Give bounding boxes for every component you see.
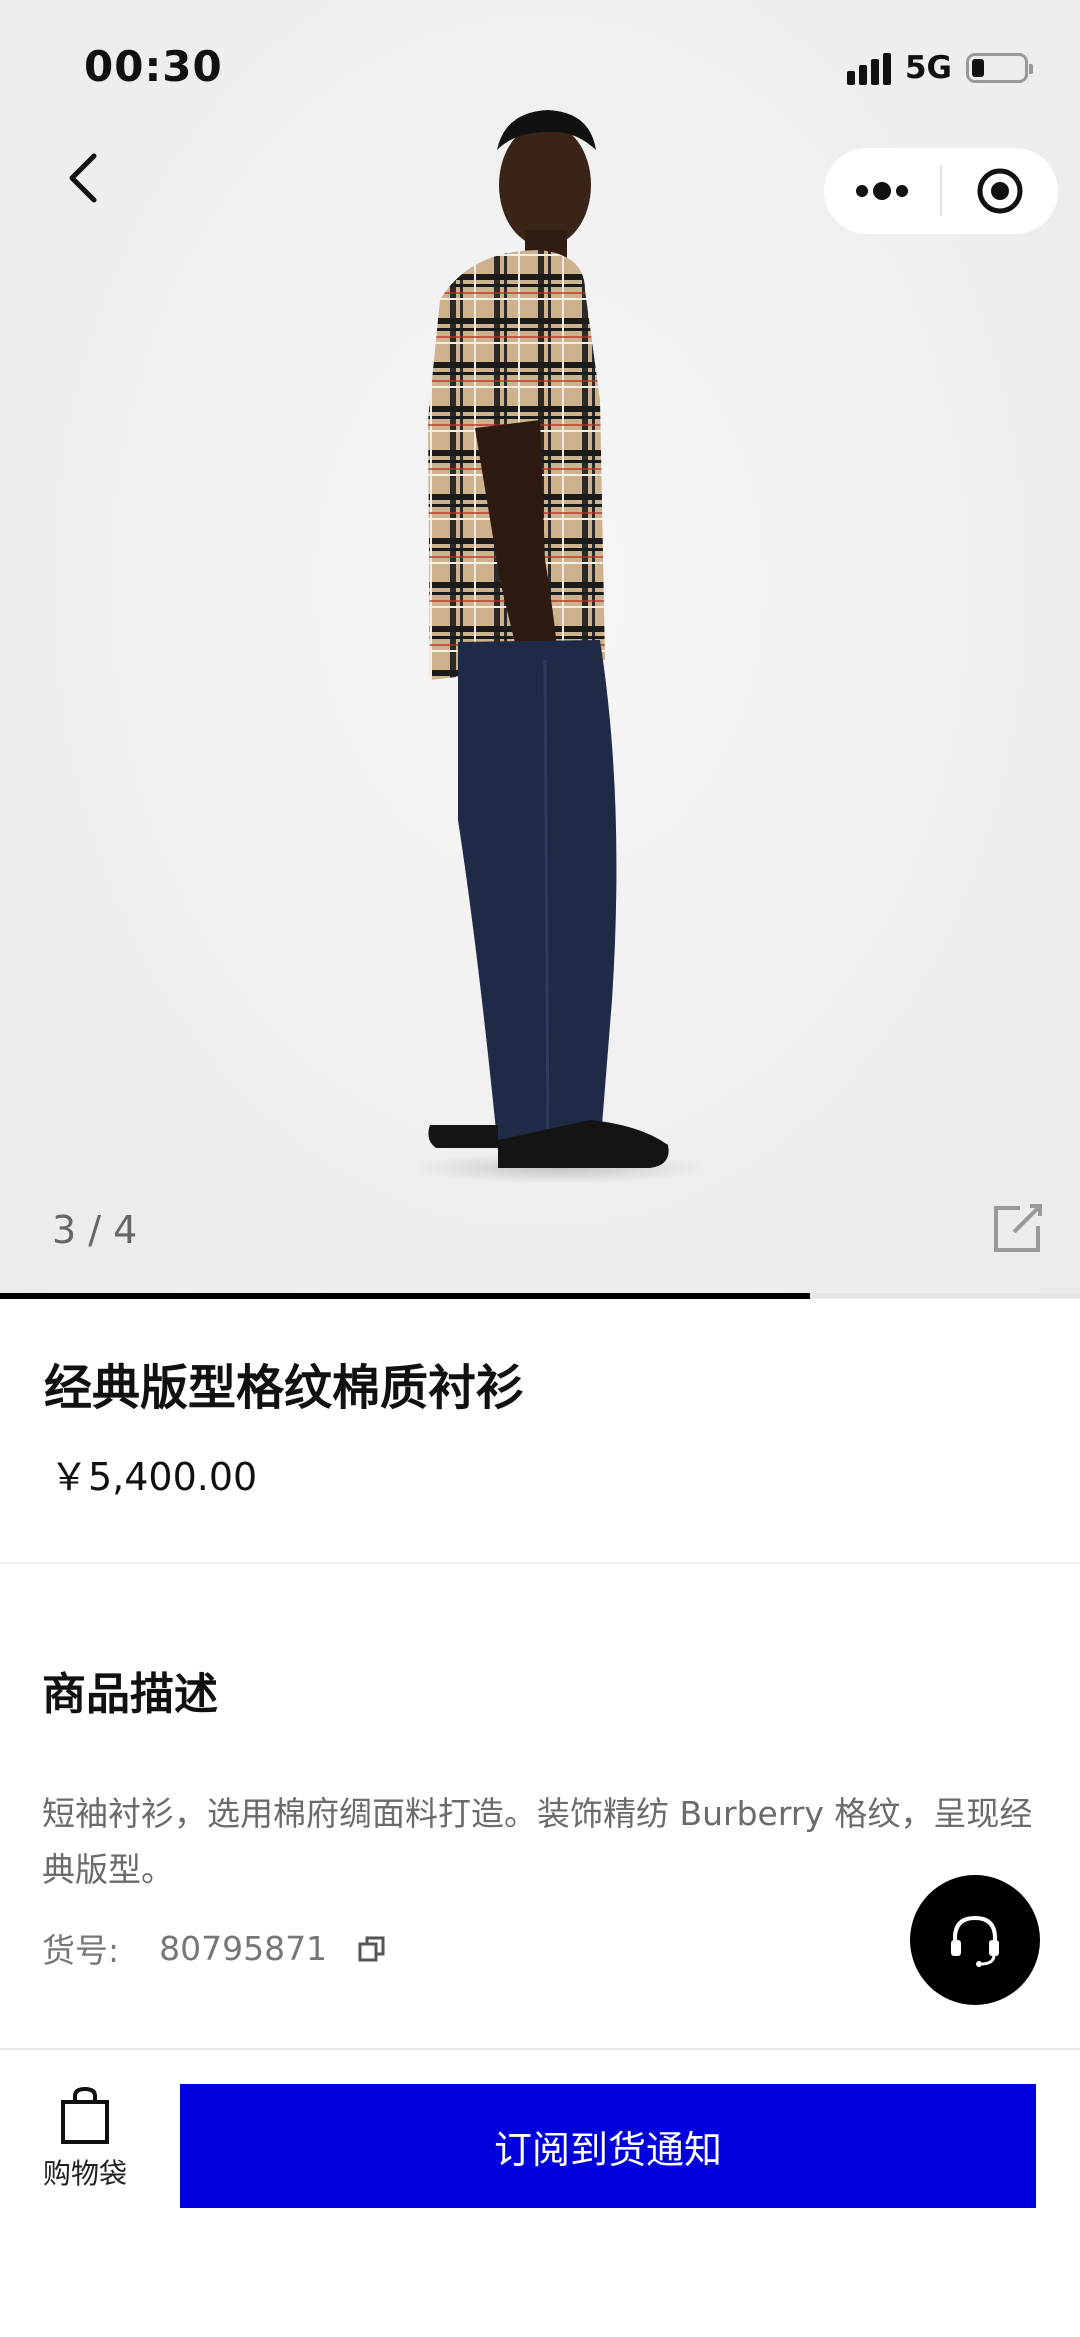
- bottom-bar-divider: [0, 2048, 1080, 2050]
- mini-program-capsule: [824, 148, 1058, 234]
- subscribe-restock-button[interactable]: 订阅到货通知: [180, 2084, 1036, 2208]
- sku-value: 80795871: [159, 1928, 328, 1968]
- product-price: ￥5,400.00: [50, 1455, 258, 1499]
- more-button[interactable]: [824, 148, 940, 234]
- status-bar: 00:30 5G: [0, 0, 1080, 140]
- more-dots-icon: [856, 182, 908, 200]
- shopping-bag-icon: [61, 2086, 109, 2144]
- product-image-gallery[interactable]: 00:30 5G 3 / 4: [0, 0, 1080, 1298]
- image-counter: 3 / 4: [52, 1208, 138, 1252]
- network-type: 5G: [904, 50, 952, 86]
- product-title: 经典版型格纹棉质衬衫: [44, 1360, 525, 1416]
- sku-row: 货号: 80795871: [42, 1924, 387, 1972]
- copy-sku-button[interactable]: [357, 1933, 387, 1963]
- description-heading: 商品描述: [42, 1669, 218, 1720]
- chevron-left-icon: [69, 153, 97, 203]
- close-app-button[interactable]: [942, 148, 1058, 234]
- gallery-progress: [0, 1293, 1080, 1299]
- sku-label: 货号:: [42, 1931, 120, 1970]
- shopping-bag-button[interactable]: 购物袋: [30, 2086, 140, 2206]
- back-button[interactable]: [52, 148, 112, 208]
- copy-icon: [358, 1936, 385, 1962]
- status-time: 00:30: [84, 42, 223, 91]
- share-button[interactable]: [990, 1200, 1046, 1256]
- share-external-icon: [994, 1204, 1042, 1252]
- gallery-progress-fill: [0, 1293, 810, 1299]
- product-detail-page: 00:30 5G 3 / 4 经典版型格纹棉质衬衫 ￥5,400.00 商品描述…: [0, 0, 1080, 2337]
- battery-icon: [966, 53, 1033, 83]
- section-divider: [0, 1562, 1080, 1564]
- shopping-bag-label: 购物袋: [42, 2157, 127, 2190]
- signal-icon: [846, 51, 891, 85]
- headset-icon: [951, 1915, 999, 1967]
- status-indicators: 5G: [846, 48, 1033, 88]
- customer-service-button[interactable]: [910, 1875, 1040, 2005]
- description-text: 短袖衬衫，选用棉府绸面料打造。装饰精纺 Burberry 格纹，呈现经典版型。: [42, 1794, 1033, 1889]
- target-circle-icon: [977, 168, 1023, 214]
